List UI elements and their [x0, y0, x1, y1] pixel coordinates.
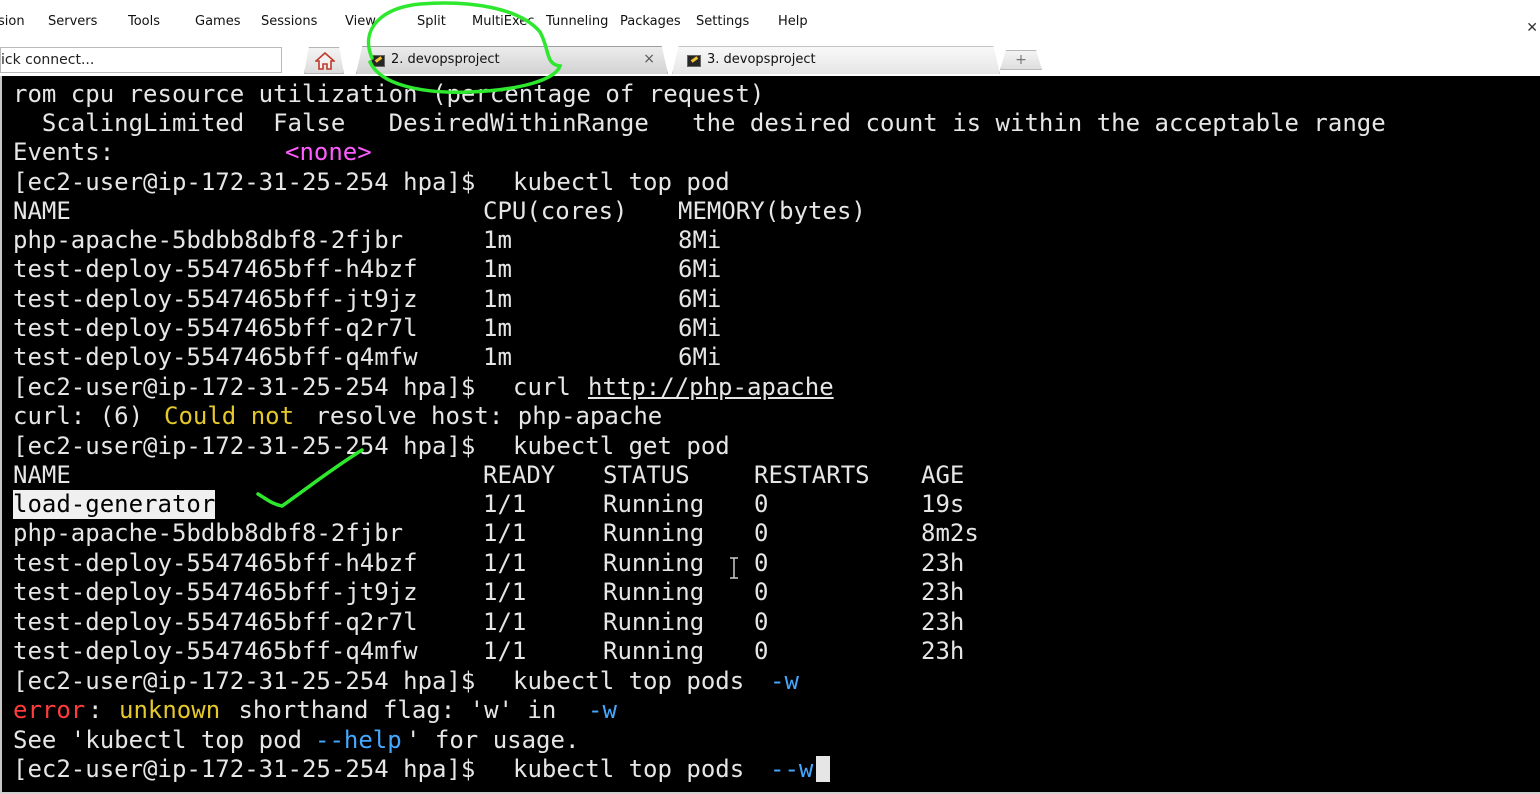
terminal-line: rom cpu resource utilization (percentage… [13, 80, 765, 108]
terminal-line: [ec2-user@ip-172-31-25-254 hpa]$ curl ht… [13, 373, 834, 401]
terminal-input[interactable]: --w [770, 755, 813, 784]
menu-session[interactable]: sion [0, 14, 25, 30]
terminal-icon [687, 55, 701, 67]
menu-view[interactable]: View [345, 14, 376, 30]
menu-sessions[interactable]: Sessions [261, 14, 317, 30]
plus-icon: + [1015, 52, 1027, 68]
table-row: test-deploy-5547465bff-h4bzf 1/1 Running… [13, 549, 965, 577]
terminal-line: [ec2-user@ip-172-31-25-254 hpa]$ kubectl… [13, 667, 799, 695]
text-cursor-icon [730, 557, 738, 579]
menu-multiexec[interactable]: MultiExec [472, 14, 534, 30]
terminal-line: [ec2-user@ip-172-31-25-254 hpa]$ kubectl… [13, 168, 730, 196]
menu-bar: sion Servers Tools Games Sessions View S… [0, 0, 1540, 44]
terminal-line: ScalingLimited False DesiredWithinRange … [13, 109, 1386, 137]
menu-settings[interactable]: Settings [696, 14, 749, 30]
quick-connect-input[interactable]: ick connect... [0, 47, 282, 73]
curl-url-link[interactable]: http://php-apache [588, 373, 834, 402]
terminal-cursor [816, 755, 830, 784]
selected-text: load-generator [13, 490, 216, 519]
table-row: test-deploy-5547465bff-q2r7l 1/1 Running… [13, 608, 965, 636]
table-row: test-deploy-5547465bff-q4mfw 1/1 Running… [13, 637, 965, 665]
table-row: php-apache-5bdbb8dbf8-2fjbr 1m 8Mi [13, 226, 722, 254]
table-row: test-deploy-5547465bff-q4mfw 1m 6Mi [13, 343, 722, 371]
terminal-line: Events: <none> [13, 138, 372, 166]
window-close-icon[interactable]: ✕ [1526, 20, 1538, 36]
menu-servers[interactable]: Servers [48, 14, 97, 30]
table-row: test-deploy-5547465bff-jt9jz 1m 6Mi [13, 285, 722, 313]
table-header: NAME CPU(cores) MEMORY(bytes) [13, 197, 866, 225]
tab-label: 2. devopsproject [391, 52, 500, 67]
table-row: test-deploy-5547465bff-jt9jz 1/1 Running… [13, 578, 965, 606]
close-tab-icon[interactable]: × [643, 52, 655, 66]
menu-split[interactable]: Split [417, 14, 446, 30]
table-row: test-deploy-5547465bff-q2r7l 1m 6Mi [13, 314, 722, 342]
menu-help[interactable]: Help [778, 14, 808, 30]
home-icon [315, 52, 335, 70]
menu-tunneling[interactable]: Tunneling [546, 14, 608, 30]
tab-label: 3. devopsproject [707, 52, 816, 67]
terminal-line: [ec2-user@ip-172-31-25-254 hpa]$ kubectl… [13, 432, 730, 460]
menu-packages[interactable]: Packages [620, 14, 681, 30]
table-header: NAME READY STATUS RESTARTS AGE [13, 461, 965, 489]
terminal-icon [371, 55, 385, 67]
tab-devopsproject-2[interactable]: 2. devopsproject × [356, 46, 668, 74]
terminal-line: curl: (6) Could not resolve host: php-ap… [13, 402, 663, 430]
new-tab-button[interactable]: + [1000, 50, 1042, 70]
home-tab-button[interactable] [304, 47, 344, 74]
menu-games[interactable]: Games [195, 14, 240, 30]
terminal-output[interactable]: rom cpu resource utilization (percentage… [0, 76, 1540, 792]
table-row: test-deploy-5547465bff-h4bzf 1m 6Mi [13, 255, 722, 283]
menu-tools[interactable]: Tools [128, 14, 160, 30]
terminal-line: See 'kubectl top pod --help ' for usage. [13, 726, 580, 754]
table-row: php-apache-5bdbb8dbf8-2fjbr 1/1 Running … [13, 519, 979, 547]
table-row: load-generator 1/1 Running 0 19s [13, 490, 965, 519]
tab-devopsproject-3[interactable]: 3. devopsproject [672, 46, 1000, 74]
terminal-line: error : unknown shorthand flag: 'w' in -… [13, 696, 617, 724]
terminal-line[interactable]: [ec2-user@ip-172-31-25-254 hpa]$ kubectl… [13, 755, 830, 784]
